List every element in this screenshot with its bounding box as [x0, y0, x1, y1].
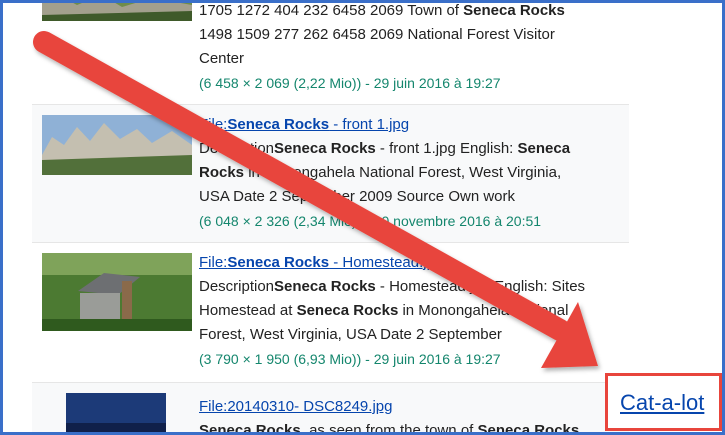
- result-meta: (6 048 × 2 326 (2,34 Mio)) - 30 novembre…: [199, 213, 542, 229]
- thumbnail-image-homestead: [42, 253, 192, 331]
- result-description-line: Forest, West Virginia, USA Date 2 Septem…: [199, 326, 502, 343]
- result-meta: (6 458 × 2 069 (2,22 Mio)) - 29 juin 201…: [199, 75, 501, 91]
- result-title-link[interactable]: File:Seneca Rocks - Homestead.jpg: [199, 251, 443, 275]
- result-item: File:Seneca Rocks - front 1.jpg Descript…: [32, 105, 629, 243]
- result-thumbnail[interactable]: [66, 393, 166, 432]
- result-description: DescriptionSeneca Rocks - Homestead.jpg …: [199, 278, 586, 295]
- thumbnail-image-seneca-rocks: [42, 115, 192, 175]
- result-description-line: Center: [199, 50, 245, 67]
- result-description-line: USA Date 2 September 2009 Source Own wor…: [199, 188, 515, 205]
- result-description: Seneca Rocks, as seen from the town of S…: [199, 422, 580, 435]
- result-thumbnail[interactable]: [42, 3, 192, 21]
- search-results-list: 1705 1272 404 232 6458 2069 Town of Sene…: [32, 2, 629, 435]
- result-description: DescriptionSeneca Rocks - front 1.jpg En…: [199, 140, 571, 157]
- cat-a-lot-link[interactable]: Cat-a-lot: [620, 390, 704, 416]
- result-info: File:20140310- DSC8249.jpg Seneca Rocks,…: [199, 395, 624, 435]
- result-info: File:Seneca Rocks - Homestead.jpg Descri…: [199, 251, 624, 371]
- result-title-link[interactable]: File:Seneca Rocks - front 1.jpg: [199, 113, 409, 137]
- result-description-line: 1498 1509 277 262 6458 2069 National For…: [199, 26, 555, 43]
- thumbnail-image-rocks: [42, 3, 192, 21]
- result-meta: (3 790 × 1 950 (6,93 Mio)) - 29 juin 201…: [199, 351, 501, 367]
- result-title-link[interactable]: File:20140310- DSC8249.jpg: [199, 395, 392, 419]
- result-description-line: Rocks in Monongahela National Forest, We…: [199, 164, 562, 181]
- result-thumbnail[interactable]: [42, 115, 192, 175]
- result-item: File:20140310- DSC8249.jpg Seneca Rocks,…: [32, 383, 629, 435]
- cat-a-lot-highlight-box: Cat-a-lot: [605, 373, 722, 431]
- result-item: File:Seneca Rocks - Homestead.jpg Descri…: [32, 243, 629, 383]
- thumbnail-image-night-sky: [66, 393, 166, 432]
- screenshot-frame: 1705 1272 404 232 6458 2069 Town of Sene…: [0, 0, 725, 435]
- result-info: File:Seneca Rocks - front 1.jpg Descript…: [199, 113, 624, 233]
- result-item: 1705 1272 404 232 6458 2069 Town of Sene…: [32, 2, 629, 105]
- result-thumbnail[interactable]: [42, 253, 192, 331]
- result-description: 1705 1272 404 232 6458 2069 Town of Sene…: [199, 2, 565, 19]
- result-info: 1705 1272 404 232 6458 2069 Town of Sene…: [199, 2, 624, 95]
- result-description-line: Homestead at Seneca Rocks in Monongahela…: [199, 302, 569, 319]
